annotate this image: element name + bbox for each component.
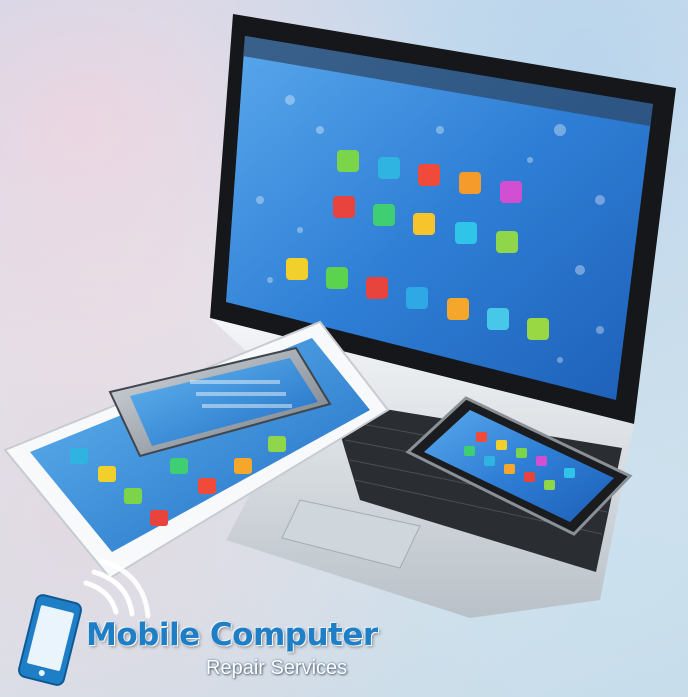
laptop [210, 14, 676, 618]
phone-signal-icon [18, 558, 151, 686]
devices-photo [3, 14, 676, 686]
